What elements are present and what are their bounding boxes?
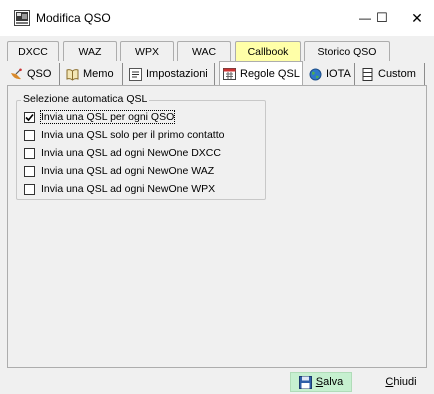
option-label: Invia una QSL ad ogni NewOne WPX xyxy=(41,183,216,195)
tab-qso[interactable]: QSO xyxy=(7,63,60,85)
tab-row-top: DXCC WAZ WPX WAC Callbook Storico QSO xyxy=(7,41,427,63)
option-label: Invia una QSL ad ogni NewOne DXCC xyxy=(41,147,221,159)
tab-regole-qsl[interactable]: Regole QSL xyxy=(219,61,303,85)
option-qsl-newone-waz[interactable]: Invia una QSL ad ogni NewOne WAZ xyxy=(24,165,214,177)
tab-label: DXCC xyxy=(18,45,48,58)
auto-qsl-groupbox: Selezione automatica QSL Invia una QSL p… xyxy=(16,93,266,200)
option-qsl-newone-wpx[interactable]: Invia una QSL ad ogni NewOne WPX xyxy=(24,183,215,195)
tab-wpx[interactable]: WPX xyxy=(120,41,174,61)
close-window-button[interactable]: ✕ xyxy=(400,0,434,36)
calendar-icon xyxy=(223,68,236,80)
option-label: Invia una QSL ad ogni NewOne WAZ xyxy=(41,165,215,177)
tab-memo[interactable]: Memo xyxy=(63,63,123,85)
tab-storico-qso[interactable]: Storico QSO xyxy=(304,41,390,61)
tab-wac[interactable]: WAC xyxy=(177,41,231,61)
checkbox-qsl-newone-waz[interactable] xyxy=(24,165,35,177)
notes-icon xyxy=(66,68,79,81)
tab-label: Memo xyxy=(83,68,114,80)
tab-dxcc[interactable]: DXCC xyxy=(7,41,59,61)
bottom-bar xyxy=(0,370,434,394)
tab-label: WAZ xyxy=(78,45,102,58)
option-qsl-every-qso[interactable]: Invia una QSL per ogni QSO xyxy=(24,110,176,124)
option-qsl-newone-dxcc[interactable]: Invia una QSL ad ogni NewOne DXCC xyxy=(24,147,221,159)
tab-row-bottom: QSO Memo Impostazioni Regole QSL IOTA Cu… xyxy=(7,61,427,85)
title-bar: Modifica QSO — ☐ ✕ xyxy=(0,0,434,36)
close-button[interactable]: Chiudi xyxy=(372,372,430,392)
tab-label: WAC xyxy=(191,45,217,58)
tab-label: Impostazioni xyxy=(146,68,208,80)
tab-label: Callbook xyxy=(247,45,289,58)
option-label: Invia una QSL per ogni QSO xyxy=(39,110,176,124)
maximize-icon: ☐ xyxy=(376,10,388,25)
globe-icon xyxy=(309,68,322,80)
group-title: Selezione automatica QSL xyxy=(21,93,150,105)
close-label: Chiudi xyxy=(385,376,417,388)
tab-impostazioni[interactable]: Impostazioni xyxy=(126,63,215,85)
tab-label: IOTA xyxy=(326,68,351,80)
checkmark-icon xyxy=(25,113,34,121)
checkbox-qsl-every-qso[interactable] xyxy=(24,111,35,123)
tab-callbook[interactable]: Callbook xyxy=(235,41,301,61)
tab-label: Storico QSO xyxy=(317,45,377,58)
floppy-disk-icon xyxy=(298,375,312,389)
tab-iota[interactable]: IOTA xyxy=(306,63,355,85)
checkbox-qsl-newone-dxcc[interactable] xyxy=(24,147,35,159)
tab-label: QSO xyxy=(27,68,52,80)
checkbox-qsl-first-contact[interactable] xyxy=(24,129,35,141)
tab-label: WPX xyxy=(135,45,159,58)
tab-label: Custom xyxy=(378,68,416,80)
settings-list-icon xyxy=(129,67,142,81)
tab-label: Regole QSL xyxy=(240,67,300,80)
option-qsl-first-contact[interactable]: Invia una QSL solo per il primo contatto xyxy=(24,129,224,141)
option-label: Invia una QSL solo per il primo contatto xyxy=(41,129,225,141)
close-icon: ✕ xyxy=(411,9,423,26)
save-button[interactable]: Salva xyxy=(290,372,352,392)
grid-icon xyxy=(362,67,373,81)
save-label: Salva xyxy=(315,376,344,388)
app-icon xyxy=(14,10,30,26)
tab-waz[interactable]: WAZ xyxy=(63,41,117,61)
maximize-button[interactable]: ☐ xyxy=(365,0,399,36)
window-title: Modifica QSO xyxy=(36,11,111,25)
checkbox-qsl-newone-wpx[interactable] xyxy=(24,183,35,195)
regole-qsl-panel: Selezione automatica QSL Invia una QSL p… xyxy=(7,85,427,368)
satellite-dish-icon xyxy=(11,68,22,79)
tab-custom[interactable]: Custom xyxy=(358,63,425,85)
